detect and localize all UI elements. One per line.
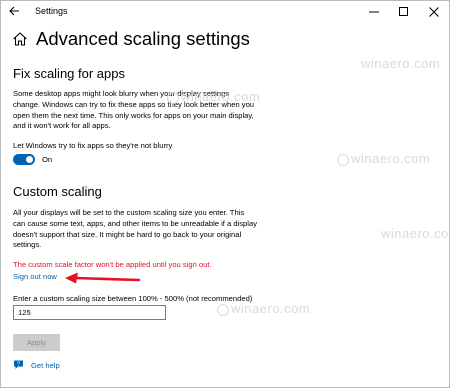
page-title: Advanced scaling settings xyxy=(36,28,250,49)
apply-button[interactable]: Apply xyxy=(13,334,60,351)
custom-scaling-heading: Custom scaling xyxy=(13,184,102,199)
custom-scaling-input[interactable] xyxy=(13,305,166,320)
custom-scaling-entry-label: Enter a custom scaling size between 100%… xyxy=(13,294,253,303)
minimize-icon xyxy=(369,11,379,13)
fix-apps-toggle-label: Let Windows try to fix apps so they're n… xyxy=(13,141,173,150)
close-button[interactable] xyxy=(419,1,449,23)
maximize-icon xyxy=(399,7,408,16)
maximize-button[interactable] xyxy=(389,1,419,23)
watermark-logo-icon xyxy=(217,304,229,316)
sign-out-now-link[interactable]: Sign out now xyxy=(13,272,57,281)
get-help-icon: ? xyxy=(14,360,23,369)
fix-apps-toggle[interactable] xyxy=(13,154,35,165)
close-icon xyxy=(429,7,439,17)
watermark-logo-icon xyxy=(337,154,349,166)
toggle-state-label: On xyxy=(42,155,53,164)
settings-window: Settings Advanced scaling settings Fix s… xyxy=(0,0,450,388)
home-icon[interactable] xyxy=(12,31,28,47)
watermark-logo-icon xyxy=(167,92,179,104)
watermark-text: winaero.com xyxy=(231,301,311,316)
window-title: Settings xyxy=(35,6,68,16)
fix-scaling-heading: Fix scaling for apps xyxy=(13,66,125,81)
toggle-knob xyxy=(26,156,33,163)
watermark-text: winaero.com xyxy=(361,56,441,71)
sign-out-warning: The custom scale factor won't be applied… xyxy=(13,260,212,269)
title-bar: Settings xyxy=(1,1,449,23)
back-arrow-icon[interactable] xyxy=(7,4,21,18)
watermark-text: winaero.com xyxy=(381,226,450,241)
red-arrow-annotation xyxy=(65,272,141,284)
svg-text:?: ? xyxy=(17,362,20,368)
watermark-text: winaero.com xyxy=(181,89,261,104)
custom-scaling-description: All your displays will be set to the cus… xyxy=(13,208,257,250)
minimize-button[interactable] xyxy=(359,1,389,23)
watermark-text: winaero.com xyxy=(351,151,431,166)
get-help-link[interactable]: Get help xyxy=(31,361,60,370)
